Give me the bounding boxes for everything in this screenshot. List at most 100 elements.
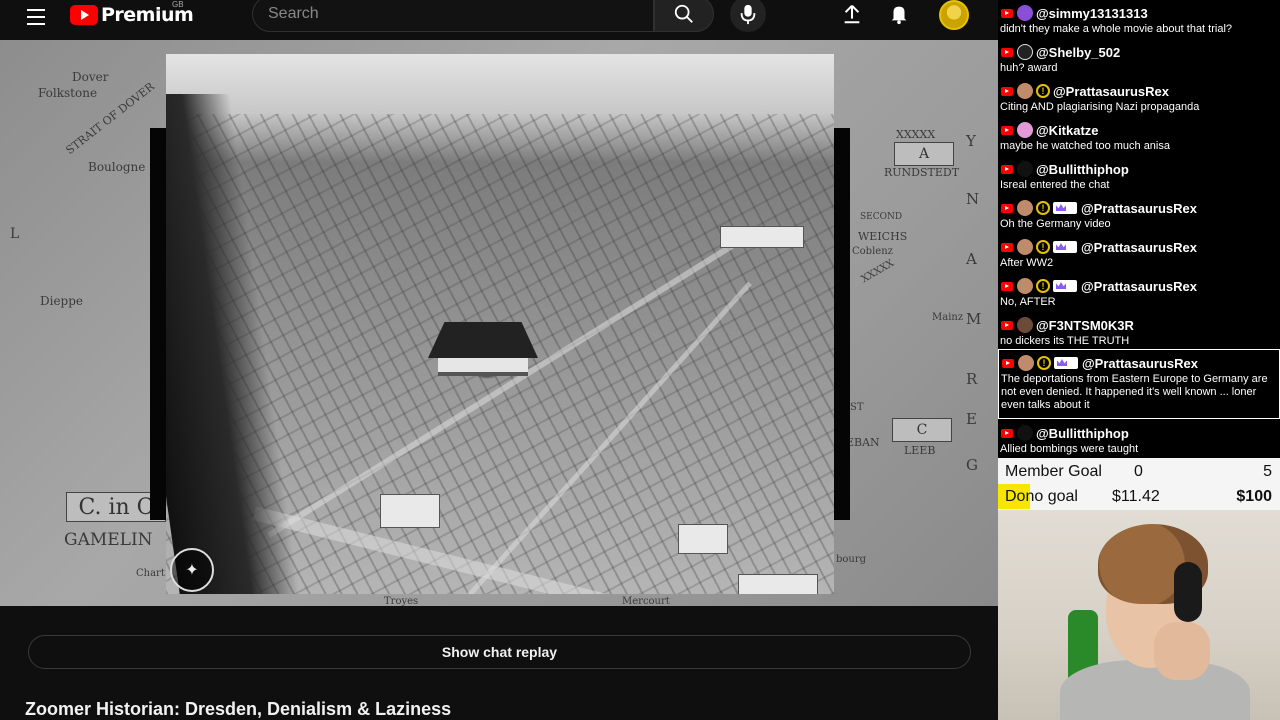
map-label-st: ST xyxy=(850,402,864,413)
map-label-eban: EBAN xyxy=(846,436,880,449)
chat-message: @F3NTSM0K3R no dickers its THE TRUTH xyxy=(998,312,1280,350)
chat-message: ! @PrattasaurusRex No, AFTER xyxy=(998,273,1280,311)
account-avatar[interactable] xyxy=(939,0,969,30)
map-label-xxxxx1: XXXXX xyxy=(896,128,936,141)
map-label-germany-g: G xyxy=(966,456,978,474)
chat-text: After WW2 xyxy=(1000,257,1054,269)
moderator-badge-icon: ! xyxy=(1036,84,1050,98)
map-label-mainz: Mainz xyxy=(932,312,964,323)
chat-username[interactable]: @PrattasaurusRex xyxy=(1081,201,1197,216)
temple-base xyxy=(438,358,528,376)
youtube-badge-icon xyxy=(1001,428,1013,438)
search-placeholder: Search xyxy=(268,5,319,22)
chat-username[interactable]: @PrattasaurusRex xyxy=(1081,279,1197,294)
map-box-c-text: C xyxy=(916,422,928,438)
map-label-germany-y: Y xyxy=(966,132,976,150)
user-avatar[interactable] xyxy=(1017,425,1033,441)
chat-message: ! @PrattasaurusRex Citing AND plagiarisi… xyxy=(998,78,1280,116)
chat-username[interactable]: @Kitkatze xyxy=(1036,123,1099,138)
chat-message: @simmy13131313 didn't they make a whole … xyxy=(998,0,1280,38)
youtube-badge-icon xyxy=(1001,125,1013,135)
chat-username[interactable]: @PrattasaurusRex xyxy=(1082,356,1198,371)
chat-username[interactable]: @PrattasaurusRex xyxy=(1053,84,1169,99)
user-avatar[interactable] xyxy=(1017,83,1033,99)
chat-message: @Shelby_502 huh? award xyxy=(998,39,1280,77)
youtube-badge-icon xyxy=(1001,281,1013,291)
temple-roof xyxy=(428,322,538,358)
map-label-folkstone: Folkstone xyxy=(38,86,98,100)
youtube-badge-icon xyxy=(1001,8,1013,18)
photo-building xyxy=(678,524,728,554)
upload-icon xyxy=(844,5,860,24)
user-avatar[interactable] xyxy=(1017,200,1033,216)
user-avatar[interactable] xyxy=(1017,239,1033,255)
user-avatar[interactable] xyxy=(1017,122,1033,138)
dono-goal-target: $100 xyxy=(1236,487,1272,505)
video-player[interactable]: Dover Folkstone STRAIT OF DOVER Boulogne… xyxy=(0,40,998,606)
chat-text: Citing AND plagiarising Nazi propaganda xyxy=(1000,101,1200,113)
map-label-troyes: Troyes xyxy=(384,596,419,606)
map-box-a-text: A xyxy=(918,146,930,162)
chat-username[interactable]: @Bullitthiphop xyxy=(1036,426,1129,441)
chat-text: Allied bombings were taught xyxy=(1000,443,1139,455)
upload-button[interactable] xyxy=(840,2,864,26)
moderator-badge-icon: ! xyxy=(1036,201,1050,215)
map-label-leeb: LEEB xyxy=(904,444,936,457)
chat-username[interactable]: @PrattasaurusRex xyxy=(1081,240,1197,255)
moderator-badge-icon: ! xyxy=(1036,279,1050,293)
search-icon xyxy=(674,4,693,23)
user-avatar[interactable] xyxy=(1017,5,1033,21)
photo-building xyxy=(380,494,440,528)
chat-message-header: ! @PrattasaurusRex xyxy=(1001,238,1197,256)
map-label-dieppe: Dieppe xyxy=(40,294,84,308)
user-avatar[interactable] xyxy=(1017,278,1033,294)
map-label-dover: Dover xyxy=(72,70,109,84)
notifications-button[interactable] xyxy=(887,2,911,26)
photo-building xyxy=(720,226,804,248)
user-avatar[interactable] xyxy=(1017,161,1033,177)
chat-message: ! @PrattasaurusRex Oh the Germany video xyxy=(998,195,1280,233)
chat-message: @Kitkatze maybe he watched too much anis… xyxy=(998,117,1280,155)
chat-username[interactable]: @Shelby_502 xyxy=(1036,45,1120,60)
youtube-logo-icon xyxy=(70,5,98,25)
map-label-bourg: bourg xyxy=(836,554,867,565)
menu-icon[interactable] xyxy=(22,4,50,28)
moderator-badge-icon: ! xyxy=(1036,240,1050,254)
chat-message-header: ! @PrattasaurusRex xyxy=(1001,199,1197,217)
webcam-person-hand xyxy=(1154,622,1210,680)
dono-goal-row: Dono goal $11.42 $100 xyxy=(998,484,1280,509)
chat-text: didn't they make a whole movie about tha… xyxy=(1000,23,1233,35)
chat-username[interactable]: @Bullitthiphop xyxy=(1036,162,1129,177)
webcam-person-body xyxy=(1060,660,1250,720)
map-label-chart: Chart xyxy=(136,568,165,579)
show-chat-replay-button[interactable]: Show chat replay xyxy=(28,635,971,669)
chat-username[interactable]: @simmy13131313 xyxy=(1036,6,1148,21)
chat-message-header: ! @PrattasaurusRex xyxy=(1001,277,1197,295)
chat-message: @Bullitthiphop Isreal entered the chat xyxy=(998,156,1280,194)
member-goal-label: Member Goal xyxy=(1005,462,1102,480)
map-label-coblenz: Coblenz xyxy=(852,246,893,257)
youtube-badge-icon xyxy=(1001,320,1013,330)
chat-message: ! @PrattasaurusRex After WW2 xyxy=(998,234,1280,272)
mic-icon xyxy=(740,4,756,25)
chat-panel: @simmy13131313 didn't they make a whole … xyxy=(998,0,1280,458)
map-label-germany-m: M xyxy=(966,310,982,328)
user-avatar[interactable] xyxy=(1017,44,1033,60)
map-label-germany-r: R xyxy=(966,370,978,388)
map-label-gamelin: GAMELIN xyxy=(64,530,153,550)
chat-text: Isreal entered the chat xyxy=(1000,179,1110,191)
video-title: Zoomer Historian: Dresden, Denialism & L… xyxy=(25,699,452,719)
youtube-badge-icon xyxy=(1001,164,1013,174)
chat-username[interactable]: @F3NTSM0K3R xyxy=(1036,318,1134,333)
member-goal-current: 0 xyxy=(1134,462,1143,480)
photo-building xyxy=(738,574,818,594)
map-label-germany-a: A xyxy=(966,250,977,268)
voice-search-button[interactable] xyxy=(730,0,766,32)
map-label-xxxxx2: XXXXX xyxy=(859,257,896,286)
user-avatar[interactable] xyxy=(1018,355,1034,371)
search-input[interactable]: Search xyxy=(252,0,654,32)
photo-aircraft-wing xyxy=(166,94,303,594)
map-label-boulogne: Boulogne xyxy=(88,160,146,174)
user-avatar[interactable] xyxy=(1017,317,1033,333)
search-button[interactable] xyxy=(654,0,714,32)
